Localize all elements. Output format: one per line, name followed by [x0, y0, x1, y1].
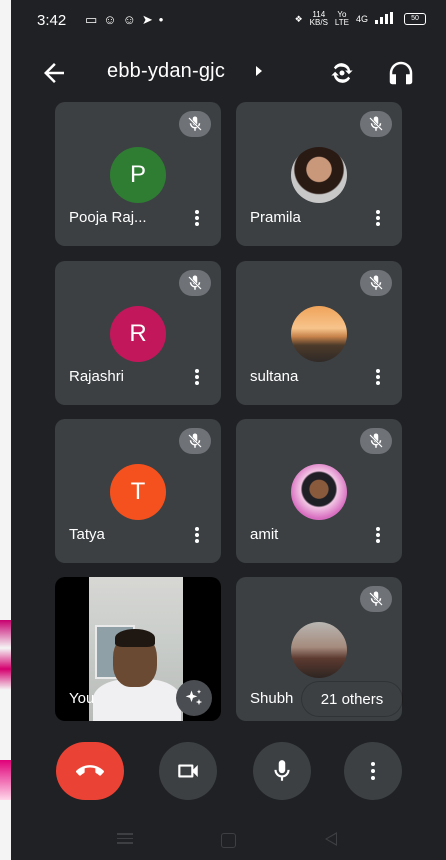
notification-icons: ▭ ☺ ☺ ➤ •	[85, 12, 163, 28]
wallpaper-decoration	[0, 760, 11, 800]
mic-off-icon	[369, 116, 383, 131]
participant-name: sultana	[250, 368, 299, 385]
participant-name: amit	[250, 526, 279, 543]
more-options-button[interactable]	[344, 742, 402, 800]
battery-icon: 50	[404, 13, 426, 25]
participant-name: Pramila	[250, 209, 301, 226]
network-speed: 114 KB/S	[309, 10, 328, 27]
avatar	[291, 464, 347, 520]
call-controls	[11, 742, 446, 802]
mic-icon	[274, 760, 290, 781]
sparkle-icon	[185, 689, 203, 706]
camera-toggle-button[interactable]	[159, 742, 217, 800]
back-button[interactable]	[39, 58, 69, 88]
wallpaper-decoration	[0, 620, 11, 690]
avatar	[291, 306, 347, 362]
telegram-icon: ➤	[141, 12, 153, 27]
whatsapp-icon: ☺	[122, 12, 136, 27]
participant-tile[interactable]: Pramila	[236, 102, 402, 246]
phone-hangup-icon	[76, 765, 104, 776]
mic-off-icon	[369, 275, 383, 290]
participant-tile[interactable]: sultana	[236, 261, 402, 405]
more-vert-icon[interactable]	[187, 524, 207, 546]
muted-indicator	[179, 428, 211, 454]
participant-name: Pooja Raj...	[69, 209, 147, 226]
participant-name: Shubh	[250, 690, 294, 707]
mic-off-icon	[188, 275, 202, 290]
background-wallpaper-strip	[0, 0, 11, 860]
more-vert-icon[interactable]	[368, 207, 388, 229]
muted-indicator	[179, 111, 211, 137]
system-navigation-bar	[11, 815, 446, 860]
system-icons: ❖ 114 KB/S Yo LTE 4G 50	[295, 11, 426, 27]
avatar	[291, 147, 347, 203]
participant-tile[interactable]: T Tatya	[55, 419, 221, 563]
switch-camera-icon	[331, 63, 353, 83]
muted-indicator	[360, 428, 392, 454]
self-video-tile[interactable]: You	[55, 577, 221, 721]
chevron-right-icon[interactable]	[256, 66, 262, 76]
participant-tile[interactable]: amit	[236, 419, 402, 563]
mic-off-icon	[369, 433, 383, 448]
more-vert-icon[interactable]	[187, 207, 207, 229]
mic-off-icon	[188, 116, 202, 131]
participant-tile[interactable]: P Pooja Raj...	[55, 102, 221, 246]
muted-indicator	[360, 270, 392, 296]
avatar	[291, 622, 347, 678]
whatsapp-icon: ☺	[103, 12, 117, 27]
mute-vibrate-icon: ❖	[294, 13, 303, 24]
self-camera-preview	[89, 577, 183, 721]
avatar: R	[110, 306, 166, 362]
avatar: P	[110, 147, 166, 203]
arrow-left-icon	[44, 63, 64, 83]
home-icon[interactable]	[221, 833, 236, 848]
participant-tile[interactable]: R Rajashri	[55, 261, 221, 405]
dot-icon: •	[158, 12, 164, 27]
headphones-icon	[389, 61, 413, 85]
videocam-icon	[178, 764, 198, 778]
more-vert-icon	[371, 762, 375, 780]
microphone-toggle-button[interactable]	[253, 742, 311, 800]
switch-camera-button[interactable]	[327, 58, 357, 88]
mic-off-icon	[369, 591, 383, 606]
mic-off-icon	[188, 433, 202, 448]
status-bar: 3:42 ▭ ☺ ☺ ➤ • ❖ 114 KB/S Yo LTE 4G 50	[11, 0, 446, 42]
effects-button[interactable]	[176, 680, 212, 716]
muted-indicator	[360, 586, 392, 612]
recent-apps-icon[interactable]	[117, 833, 133, 847]
cast-icon: ▭	[85, 12, 98, 27]
meeting-header: ebb-ydan-gjc	[11, 50, 446, 94]
muted-indicator	[179, 270, 211, 296]
meet-call-screen: 3:42 ▭ ☺ ☺ ➤ • ❖ 114 KB/S Yo LTE 4G 50 e…	[11, 0, 446, 860]
muted-indicator	[360, 111, 392, 137]
more-vert-icon[interactable]	[368, 366, 388, 388]
participant-name: Rajashri	[69, 368, 125, 385]
end-call-button[interactable]	[56, 742, 124, 800]
more-vert-icon[interactable]	[187, 366, 207, 388]
meeting-code[interactable]: ebb-ydan-gjc	[107, 60, 225, 83]
self-name: You	[69, 690, 95, 707]
more-vert-icon[interactable]	[368, 524, 388, 546]
participant-name: Tatya	[69, 526, 105, 543]
signal-icon	[375, 12, 397, 26]
network-type: 4G	[355, 14, 368, 24]
back-triangle-icon[interactable]	[325, 832, 337, 846]
others-count-chip[interactable]: 21 others	[302, 682, 402, 716]
avatar: T	[110, 464, 166, 520]
volte-indicator: Yo LTE	[334, 10, 349, 27]
status-time: 3:42	[37, 12, 67, 29]
audio-output-button[interactable]	[386, 58, 416, 88]
